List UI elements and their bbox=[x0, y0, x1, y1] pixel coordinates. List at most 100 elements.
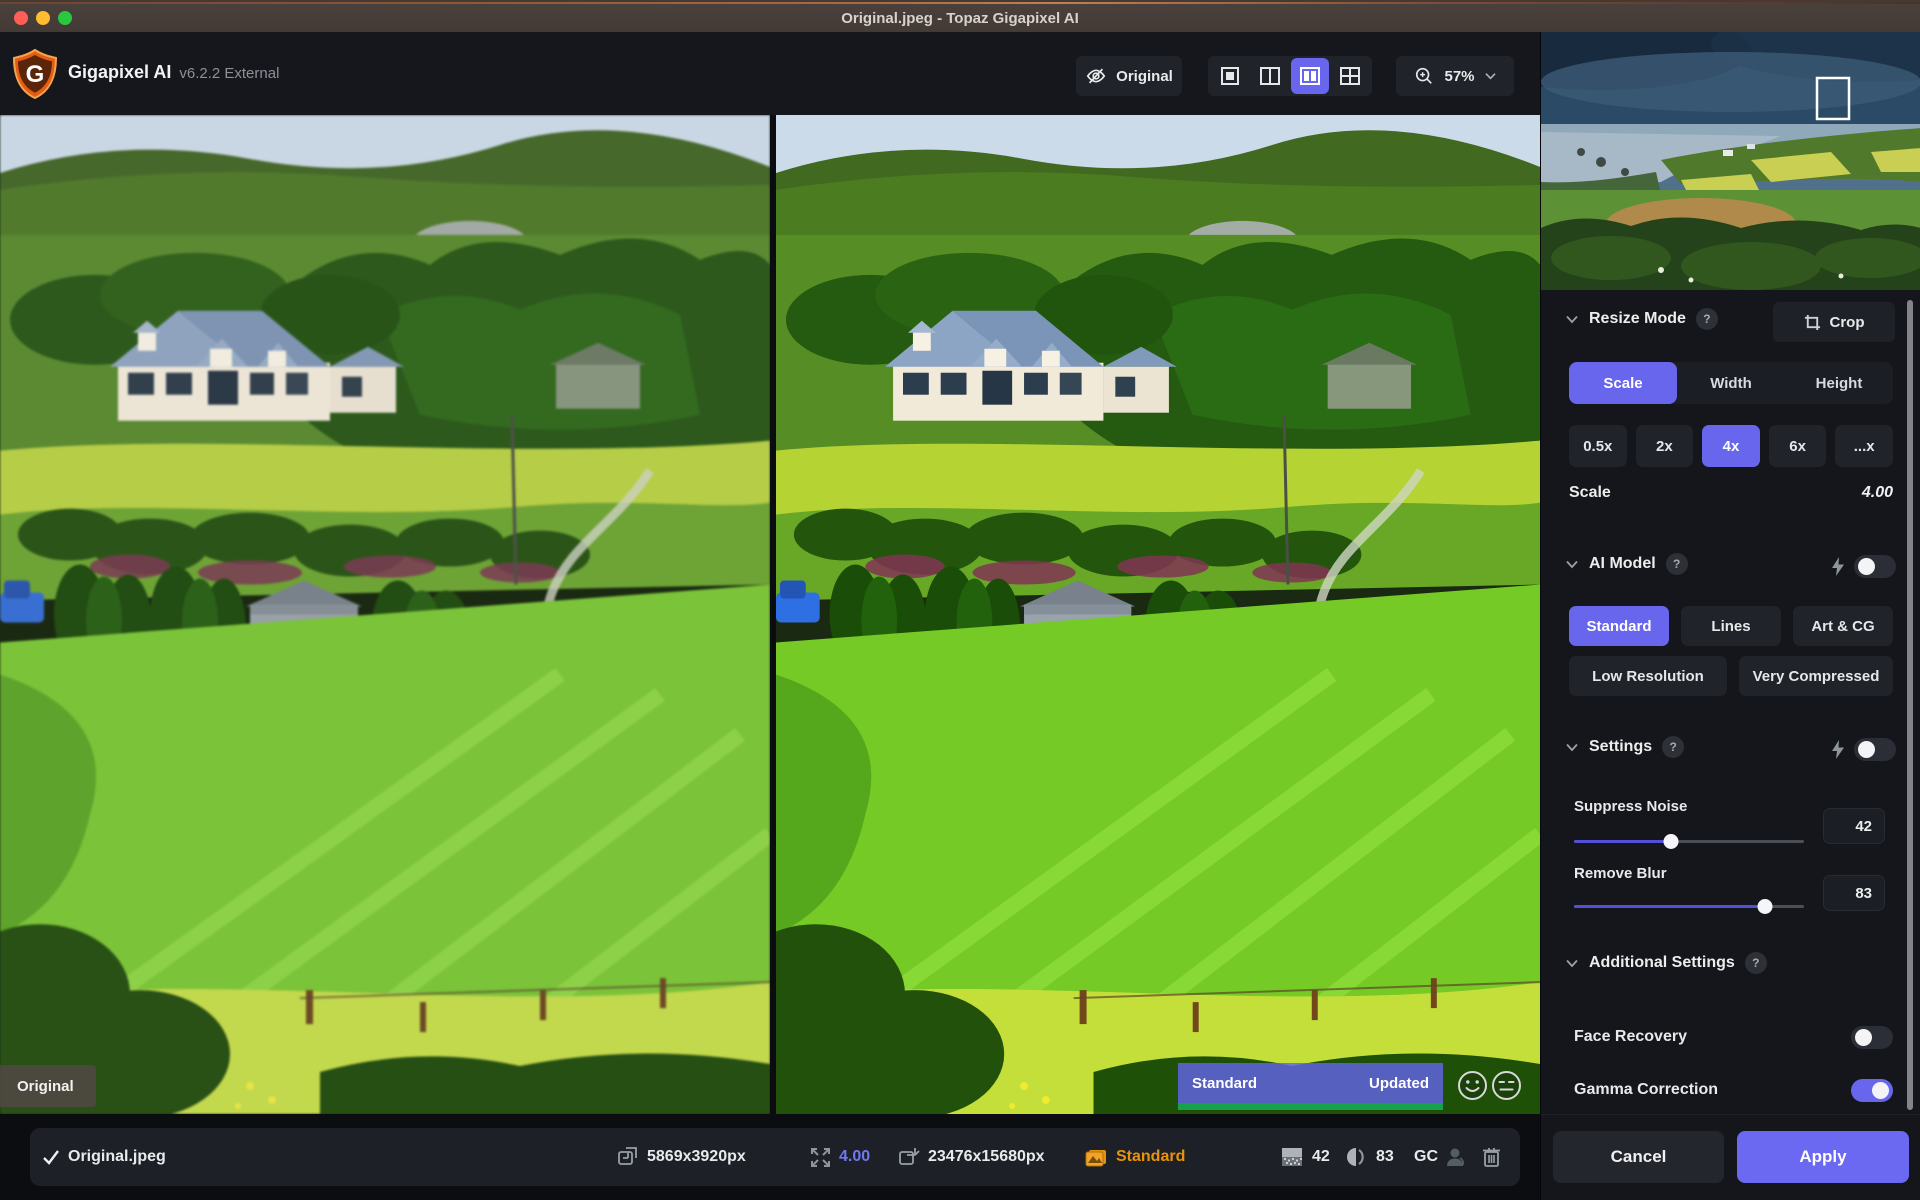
face-recovery-toggle[interactable] bbox=[1851, 1026, 1893, 1049]
smiley-face-icon bbox=[1457, 1070, 1488, 1101]
settings-help-icon[interactable]: ? bbox=[1662, 736, 1684, 758]
lightning-icon bbox=[1831, 557, 1845, 576]
file-entry[interactable]: Original.jpeg bbox=[42, 1128, 166, 1186]
crop-button[interactable]: Crop bbox=[1773, 302, 1895, 342]
noise-icon bbox=[1280, 1146, 1304, 1168]
compare-model-name: Standard bbox=[1192, 1075, 1257, 1092]
ai-model-label: AI Model bbox=[1589, 555, 1656, 573]
original-pane-label: Original bbox=[17, 1078, 74, 1095]
suppress-noise-value[interactable]: 42 bbox=[1823, 808, 1885, 844]
compare-progress-strip bbox=[1178, 1103, 1443, 1110]
compare-status: Updated bbox=[1369, 1075, 1429, 1092]
gamma-correction-badge: GC bbox=[1414, 1148, 1438, 1166]
suppress-noise-slider[interactable] bbox=[1574, 833, 1804, 849]
scale-factor-value: 4.00 bbox=[839, 1148, 870, 1166]
app-name: Gigapixel AI bbox=[68, 62, 171, 82]
factor-6x-button[interactable]: 6x bbox=[1769, 425, 1827, 467]
blur-item: 83 bbox=[1346, 1128, 1394, 1186]
factor-2x-button[interactable]: 2x bbox=[1636, 425, 1694, 467]
preview-image-pane[interactable] bbox=[776, 115, 1540, 1114]
apply-button[interactable]: Apply bbox=[1737, 1131, 1909, 1183]
remove-blur-slider-knob[interactable] bbox=[1757, 899, 1772, 914]
zoom-level-value: 57% bbox=[1444, 68, 1474, 85]
scale-label: Scale bbox=[1569, 484, 1611, 502]
tab-height[interactable]: Height bbox=[1785, 362, 1893, 404]
status-bar: Original.jpeg 5869x3920px 4.00 bbox=[0, 1114, 1540, 1200]
check-icon bbox=[42, 1149, 60, 1165]
settings-header[interactable]: Settings ? bbox=[1565, 736, 1684, 758]
output-size-item: 23476x15680px bbox=[898, 1128, 1045, 1186]
view-split-button[interactable] bbox=[1251, 58, 1289, 94]
factor-custom-button[interactable]: ...x bbox=[1835, 425, 1893, 467]
navigation-thumbnail[interactable] bbox=[1541, 32, 1920, 290]
sidebar-scrollbar[interactable] bbox=[1907, 300, 1913, 1110]
chevron-down-icon bbox=[1485, 72, 1496, 80]
zoom-in-icon bbox=[1414, 66, 1434, 86]
resize-mode-help-icon[interactable]: ? bbox=[1696, 308, 1718, 330]
resize-mode-label: Resize Mode bbox=[1589, 310, 1686, 328]
side-by-side-view-icon bbox=[1299, 65, 1321, 87]
tab-width[interactable]: Width bbox=[1677, 362, 1785, 404]
resize-mode-header[interactable]: Resize Mode ? bbox=[1565, 308, 1718, 330]
input-size-item: 5869x3920px bbox=[617, 1128, 746, 1186]
output-dimensions-icon bbox=[898, 1147, 920, 1167]
view-single-button[interactable] bbox=[1211, 58, 1249, 94]
titlebar[interactable]: Original.jpeg - Topaz Gigapixel AI bbox=[0, 0, 1920, 32]
show-original-button[interactable]: Original bbox=[1076, 56, 1182, 96]
image-viewer: Original Standard Updated bbox=[0, 115, 1540, 1114]
gamma-correction-toggle[interactable] bbox=[1851, 1079, 1893, 1102]
zoom-control[interactable]: 57% bbox=[1396, 56, 1514, 96]
additional-settings-help-icon[interactable]: ? bbox=[1745, 952, 1767, 974]
input-size-value: 5869x3920px bbox=[647, 1148, 746, 1166]
blur-icon bbox=[1346, 1146, 1368, 1168]
compare-model-bar[interactable]: Standard Updated bbox=[1178, 1063, 1443, 1103]
settings-sidebar: Resize Mode ? Crop Scale Width Height 0.… bbox=[1540, 32, 1920, 1200]
model-standard-button[interactable]: Standard bbox=[1569, 606, 1669, 646]
tab-scale[interactable]: Scale bbox=[1569, 362, 1677, 404]
scale-factor-buttons: 0.5x 2x 4x 6x ...x bbox=[1569, 425, 1893, 467]
feedback-positive-button[interactable] bbox=[1457, 1070, 1488, 1101]
expand-arrows-icon bbox=[810, 1147, 831, 1168]
face-recovery-item bbox=[1444, 1128, 1468, 1186]
model-very-compressed-button[interactable]: Very Compressed bbox=[1739, 656, 1893, 696]
scale-value-row: Scale 4.00 bbox=[1569, 484, 1893, 502]
original-image-pane[interactable] bbox=[0, 115, 770, 1114]
model-name-value: Standard bbox=[1116, 1148, 1185, 1166]
view-side-by-side-button[interactable] bbox=[1291, 58, 1329, 94]
remove-blur-label: Remove Blur bbox=[1574, 865, 1667, 882]
factor-0-5x-button[interactable]: 0.5x bbox=[1569, 425, 1627, 467]
model-lines-button[interactable]: Lines bbox=[1681, 606, 1781, 646]
remove-blur-slider[interactable] bbox=[1574, 898, 1804, 914]
chevron-down-icon bbox=[1565, 557, 1579, 571]
ai-model-help-icon[interactable]: ? bbox=[1666, 553, 1688, 575]
model-art-cg-button[interactable]: Art & CG bbox=[1793, 606, 1893, 646]
chevron-down-icon bbox=[1565, 312, 1579, 326]
suppress-noise-label: Suppress Noise bbox=[1574, 798, 1687, 815]
additional-settings-header[interactable]: Additional Settings ? bbox=[1565, 952, 1767, 974]
view-quad-button[interactable] bbox=[1331, 58, 1369, 94]
sidebar-footer: Cancel Apply bbox=[1541, 1114, 1920, 1200]
show-original-label: Original bbox=[1116, 68, 1173, 85]
delete-item[interactable] bbox=[1482, 1128, 1501, 1186]
file-status-row[interactable]: Original.jpeg 5869x3920px 4.00 bbox=[30, 1128, 1520, 1186]
app-title: Gigapixel AIv6.2.2 External bbox=[68, 62, 279, 83]
quad-view-icon bbox=[1339, 65, 1361, 87]
feedback-negative-button[interactable] bbox=[1491, 1070, 1522, 1101]
remove-blur-value[interactable]: 83 bbox=[1823, 875, 1885, 911]
scale-value[interactable]: 4.00 bbox=[1862, 484, 1893, 502]
face-recovery-label: Face Recovery bbox=[1574, 1028, 1687, 1046]
ai-model-auto-toggle[interactable] bbox=[1854, 555, 1896, 578]
neutral-face-icon bbox=[1491, 1070, 1522, 1101]
additional-settings-label: Additional Settings bbox=[1589, 954, 1735, 972]
filename: Original.jpeg bbox=[68, 1148, 166, 1166]
settings-auto-toggle[interactable] bbox=[1854, 738, 1896, 761]
model-low-resolution-button[interactable]: Low Resolution bbox=[1569, 656, 1727, 696]
chevron-down-icon bbox=[1565, 740, 1579, 754]
chevron-down-icon bbox=[1565, 956, 1579, 970]
suppress-noise-slider-knob[interactable] bbox=[1663, 834, 1678, 849]
noise-value: 42 bbox=[1312, 1148, 1330, 1166]
input-dimensions-icon bbox=[617, 1147, 639, 1167]
cancel-button[interactable]: Cancel bbox=[1553, 1131, 1724, 1183]
factor-4x-button[interactable]: 4x bbox=[1702, 425, 1760, 467]
ai-model-header[interactable]: AI Model ? bbox=[1565, 553, 1688, 575]
